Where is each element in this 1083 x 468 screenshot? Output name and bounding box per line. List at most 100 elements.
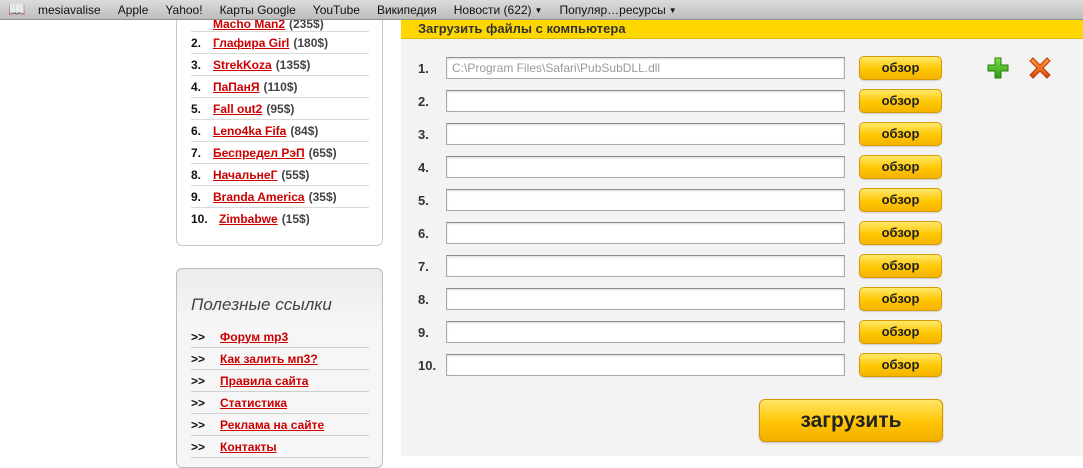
bookmark-news-label: Новости (622): [453, 2, 532, 17]
rank-number: 8.: [191, 167, 202, 182]
file-path-field-3[interactable]: [446, 123, 845, 145]
bookmark-mesiavalise[interactable]: mesiavalise: [38, 3, 101, 17]
browse-button-4[interactable]: обзор: [859, 155, 942, 179]
user-amount: (135$): [275, 57, 311, 72]
user-link[interactable]: Беспредел РэП: [213, 146, 305, 160]
link-bullet: >>: [191, 395, 206, 410]
file-path-field-1[interactable]: C:\Program Files\Safari\PubSubDLL.dll: [446, 57, 845, 79]
link-bullet: >>: [191, 351, 206, 366]
user-amount: (84$): [290, 123, 319, 138]
browse-button-9[interactable]: обзор: [859, 320, 942, 344]
rank-number: 6.: [191, 123, 202, 138]
link-bullet: >>: [191, 417, 206, 432]
list-item: >> Контакты: [191, 436, 369, 458]
rank-number: 4.: [191, 79, 202, 94]
bookmark-wikipedia[interactable]: Википедия: [377, 3, 437, 17]
user-amount: (110$): [263, 79, 298, 94]
upload-panel: Загрузить файлы с компьютера 1. C:\Progr…: [401, 20, 1083, 456]
list-item: >> Форум mp3: [191, 326, 369, 348]
browse-button-3[interactable]: обзор: [859, 122, 942, 146]
user-link[interactable]: Глафира Girl: [213, 36, 289, 50]
row-number: 10.: [418, 358, 437, 373]
bookmark-yahoo[interactable]: Yahoo!: [165, 3, 202, 17]
browse-button-7[interactable]: обзор: [859, 254, 942, 278]
link-bullet: >>: [191, 373, 206, 388]
bookmark-apple[interactable]: Apple: [118, 3, 149, 17]
list-item: >> Правила сайта: [191, 370, 369, 392]
upload-button[interactable]: загрузить: [759, 399, 943, 442]
rank-number: 2.: [191, 35, 202, 50]
file-path-field-8[interactable]: [446, 288, 845, 310]
bookmark-youtube[interactable]: YouTube: [313, 3, 360, 17]
list-item: 9. Branda America (35$): [191, 186, 369, 208]
bookmark-news-folder[interactable]: Новости (622) ▼: [454, 3, 543, 17]
plus-icon[interactable]: [986, 56, 1010, 80]
user-link[interactable]: Macho Man2: [213, 20, 285, 31]
rank-number: 5.: [191, 101, 202, 116]
open-book-icon[interactable]: 📖: [6, 1, 28, 18]
list-item: >> Статистика: [191, 392, 369, 414]
useful-links-title: Полезные ссылки: [191, 295, 332, 314]
file-path-field-7[interactable]: [446, 255, 845, 277]
rank-number: 7.: [191, 145, 202, 160]
link-how-to-upload[interactable]: Как залить мп3?: [220, 352, 318, 366]
browse-button-8[interactable]: обзор: [859, 287, 942, 311]
link-contacts[interactable]: Контакты: [220, 440, 277, 454]
dropdown-arrow-icon: ▼: [534, 5, 543, 15]
bookmarks-bar: 📖 mesiavalise Apple Yahoo! Карты Google …: [0, 0, 1083, 20]
file-path-field-6[interactable]: [446, 222, 845, 244]
user-link[interactable]: НачальнеГ: [213, 168, 277, 182]
list-item: >> Как залить мп3?: [191, 348, 369, 370]
user-link[interactable]: Fall out2: [213, 102, 262, 116]
close-icon[interactable]: [1028, 56, 1052, 80]
upload-panel-title: Загрузить файлы с компьютера: [418, 21, 626, 36]
rank-number: 9.: [191, 189, 202, 204]
file-path-field-4[interactable]: [446, 156, 845, 178]
user-amount: (95$): [266, 101, 295, 116]
list-item: 8. НачальнеГ (55$): [191, 164, 369, 186]
user-amount: (180$): [293, 35, 329, 50]
list-item: 2. Глафира Girl (180$): [191, 32, 369, 54]
top-users-list: Macho Man2 (235$) 2. Глафира Girl (180$)…: [191, 20, 369, 230]
bookmark-popular-folder[interactable]: Популяр…ресурсы ▼: [559, 3, 676, 17]
file-path-field-5[interactable]: [446, 189, 845, 211]
file-path-field-9[interactable]: [446, 321, 845, 343]
browse-button-10[interactable]: обзор: [859, 353, 942, 377]
useful-links-box: Полезные ссылки >> Форум mp3 >> Как залить…: [176, 268, 383, 468]
bookmark-google-maps[interactable]: Карты Google: [220, 3, 296, 17]
file-row-10: 10. обзор: [401, 353, 961, 377]
user-link[interactable]: Leno4ka Fifa: [213, 124, 286, 138]
link-bullet: >>: [191, 439, 206, 454]
file-path-field-2[interactable]: [446, 90, 845, 112]
link-statistics[interactable]: Статистика: [220, 396, 287, 410]
list-item: 10. Zimbabwe (15$): [191, 208, 369, 230]
list-item: 4. ПаПанЯ (110$): [191, 76, 369, 98]
browse-button-1[interactable]: обзор: [859, 56, 942, 80]
user-link[interactable]: Zimbabwe: [219, 212, 278, 226]
link-advertising[interactable]: Реклама на сайте: [220, 418, 324, 432]
browse-button-2[interactable]: обзор: [859, 89, 942, 113]
user-link[interactable]: Branda America: [213, 190, 305, 204]
dropdown-arrow-icon: ▼: [668, 5, 677, 15]
link-site-rules[interactable]: Правила сайта: [220, 374, 308, 388]
row-number: 5.: [418, 193, 429, 208]
user-amount: (55$): [281, 167, 310, 182]
row-number: 1.: [418, 61, 429, 76]
file-row-3: 3. обзор: [401, 122, 961, 146]
file-row-6: 6. обзор: [401, 221, 961, 245]
rank-number: 3.: [191, 57, 202, 72]
file-row-9: 9. обзор: [401, 320, 961, 344]
file-path-field-10[interactable]: [446, 354, 845, 376]
link-forum-mp3[interactable]: Форум mp3: [220, 330, 288, 344]
list-item: Macho Man2 (235$): [191, 20, 369, 32]
list-item: 7. Беспредел РэП (65$): [191, 142, 369, 164]
user-link[interactable]: StrekKoza: [213, 58, 272, 72]
link-bullet: >>: [191, 329, 206, 344]
bookmark-popular-label: Популяр…ресурсы: [559, 2, 666, 17]
user-link[interactable]: ПаПанЯ: [213, 80, 259, 94]
user-amount: (15$): [281, 212, 310, 226]
file-row-5: 5. обзор: [401, 188, 961, 212]
browse-button-6[interactable]: обзор: [859, 221, 942, 245]
row-number: 7.: [418, 259, 429, 274]
browse-button-5[interactable]: обзор: [859, 188, 942, 212]
